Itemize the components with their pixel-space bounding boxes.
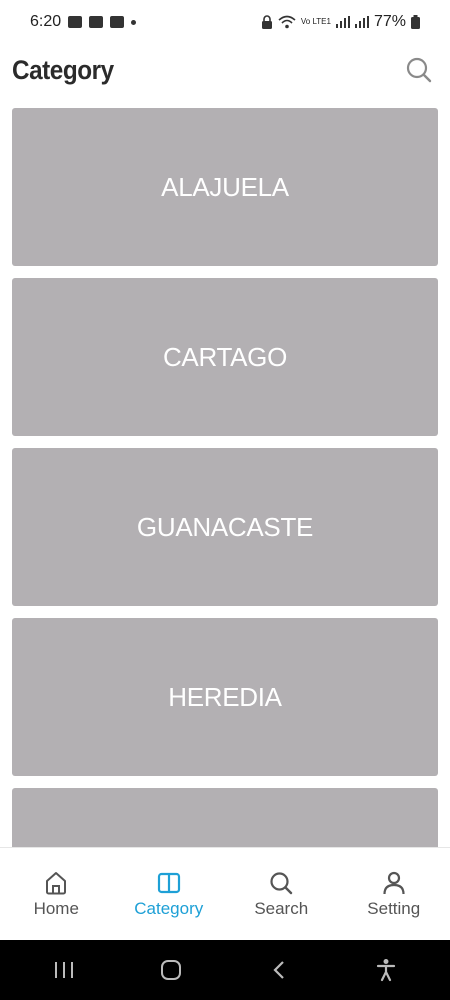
app-header: Category: [0, 44, 450, 96]
category-label: CARTAGO: [162, 341, 288, 372]
home-system-button[interactable]: [141, 950, 201, 990]
battery-level: 77%: [373, 13, 406, 30]
gallery-icon: [68, 16, 83, 28]
page-title: Category: [12, 54, 114, 85]
accessibility-button[interactable]: [356, 950, 416, 990]
category-card-cartago[interactable]: CARTAGO: [12, 278, 438, 436]
nav-item-home[interactable]: Home: [0, 870, 112, 919]
status-right: Vo LTE1 77%: [261, 13, 420, 31]
nav-item-search[interactable]: Search: [225, 870, 337, 919]
book-icon: [156, 870, 182, 896]
app-notification-icon: [110, 16, 125, 28]
nav-label-setting: Setting: [367, 899, 421, 918]
home-icon: [43, 870, 69, 896]
bottom-nav: Home Category Search Setting: [0, 847, 450, 940]
status-bar: 6:20 Vo LTE1 77%: [0, 0, 450, 44]
recent-apps-icon: [54, 962, 73, 978]
home-circle-icon: [161, 960, 182, 980]
category-label: ALAJUELA: [161, 171, 289, 202]
signal-icon-2: [354, 16, 369, 28]
wifi-icon: [278, 15, 296, 29]
more-notifications-icon: [131, 19, 137, 25]
category-card-guanacaste[interactable]: GUANACASTE: [12, 448, 438, 606]
system-nav-bar: [0, 940, 450, 1000]
battery-icon: [411, 15, 420, 29]
nav-item-category[interactable]: Category: [113, 870, 225, 919]
mail-icon: [89, 16, 104, 28]
nav-label-category: Category: [134, 899, 204, 918]
network-type-label: Vo LTE1: [300, 17, 331, 26]
search-icon: [406, 57, 432, 83]
recent-apps-button[interactable]: [34, 950, 94, 990]
accessibility-icon: [377, 959, 396, 982]
nav-item-setting[interactable]: Setting: [338, 870, 450, 919]
search-button[interactable]: [402, 53, 436, 87]
category-label: GUANACASTE: [136, 511, 314, 542]
category-label: HEREDIA: [168, 681, 282, 712]
status-time: 6:20: [30, 13, 62, 30]
nav-label-search: Search: [254, 899, 309, 918]
category-list[interactable]: ALAJUELA CARTAGO GUANACASTE HEREDIA: [12, 108, 438, 847]
lock-icon: [261, 15, 272, 29]
category-card-alajuela[interactable]: ALAJUELA: [12, 108, 438, 266]
search-icon: [268, 870, 294, 896]
nav-label-home: Home: [33, 899, 79, 918]
person-icon: [381, 870, 407, 896]
status-left: 6:20: [30, 13, 137, 31]
signal-icon: [335, 16, 350, 28]
back-button[interactable]: [249, 950, 309, 990]
category-card-heredia[interactable]: HEREDIA: [12, 618, 438, 776]
back-icon: [273, 961, 284, 979]
category-card-partial[interactable]: [12, 788, 438, 847]
